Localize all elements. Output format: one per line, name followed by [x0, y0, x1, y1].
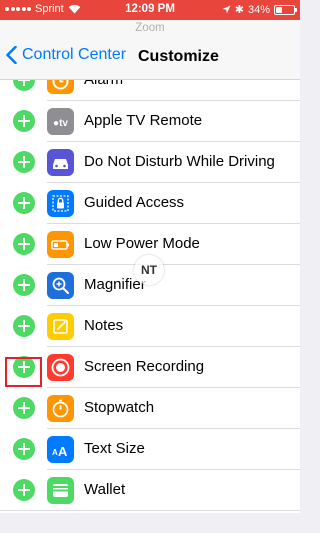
list-item-label: Text Size: [84, 440, 145, 457]
list-item-label: Low Power Mode: [84, 235, 200, 252]
svg-text:●tv: ●tv: [53, 118, 68, 129]
record-icon: [47, 354, 74, 381]
bluetooth-icon: ✱: [234, 4, 244, 16]
list-item-label: Guided Access: [84, 194, 185, 211]
list-item-screen-recording[interactable]: Screen Recording: [0, 347, 300, 388]
list-item-stopwatch[interactable]: Stopwatch: [0, 388, 300, 429]
wallet-icon: [47, 477, 74, 504]
list-item-notes[interactable]: Notes: [0, 306, 300, 347]
list-item-text-size[interactable]: AA Text Size: [0, 429, 300, 470]
add-button[interactable]: [13, 80, 35, 91]
stopwatch-icon: [47, 395, 74, 422]
more-controls-list: Alarm ●tv Apple TV Remote Do Not Disturb…: [0, 80, 300, 513]
add-button[interactable]: [13, 438, 35, 460]
zoom-label: Zoom: [0, 20, 300, 37]
list-item-label: Wallet: [84, 481, 126, 498]
car-icon: [47, 149, 74, 176]
add-button[interactable]: [13, 274, 35, 296]
svg-text:A: A: [58, 444, 68, 459]
list-item-guided-access[interactable]: Guided Access: [0, 183, 300, 224]
magnifier-icon: [47, 272, 74, 299]
list-item-apple-tv-remote[interactable]: ●tv Apple TV Remote: [0, 101, 300, 142]
list-item-label: Alarm: [84, 80, 123, 88]
screen-recording-add-highlight: [5, 357, 42, 387]
page-title: Customize: [138, 48, 219, 65]
back-button-label: Control Center: [22, 46, 127, 63]
status-right: ✱ 34%: [222, 3, 297, 16]
battery-icon: [274, 4, 297, 15]
list-item-do-not-disturb-driving[interactable]: Do Not Disturb While Driving: [0, 142, 300, 183]
divider: [0, 510, 300, 511]
list-item-alarm[interactable]: Alarm: [0, 80, 300, 101]
status-bar: Sprint 12:09 PM ✱ 34%: [0, 0, 300, 20]
location-icon: [222, 5, 231, 14]
text-size-icon: AA: [47, 436, 74, 463]
add-button[interactable]: [13, 479, 35, 501]
alarm-clock-icon: [47, 80, 74, 94]
back-button[interactable]: Control Center: [6, 46, 126, 64]
list-item-label: Notes: [84, 317, 124, 334]
battery-icon: [47, 231, 74, 258]
add-button[interactable]: [13, 315, 35, 337]
add-button[interactable]: [13, 151, 35, 173]
list-item-label: Stopwatch: [84, 399, 155, 416]
list-footer-background: [0, 513, 300, 533]
watermark-logo: NT: [134, 255, 164, 285]
navigation-bar: Control Center Customize: [0, 37, 300, 80]
list-item-wallet[interactable]: Wallet: [0, 470, 300, 511]
notes-icon: [47, 313, 74, 340]
add-button[interactable]: [13, 397, 35, 419]
add-button[interactable]: [13, 233, 35, 255]
lock-icon: [47, 190, 74, 217]
list-item-label: Do Not Disturb While Driving: [84, 153, 275, 170]
list-item-label: Screen Recording: [84, 358, 205, 375]
battery-percent: 34%: [247, 3, 270, 16]
list-item-label: Apple TV Remote: [84, 112, 203, 129]
apple-tv-icon: ●tv: [47, 108, 74, 135]
chevron-left-icon: [6, 46, 17, 64]
add-button[interactable]: [13, 110, 35, 132]
add-button[interactable]: [13, 192, 35, 214]
